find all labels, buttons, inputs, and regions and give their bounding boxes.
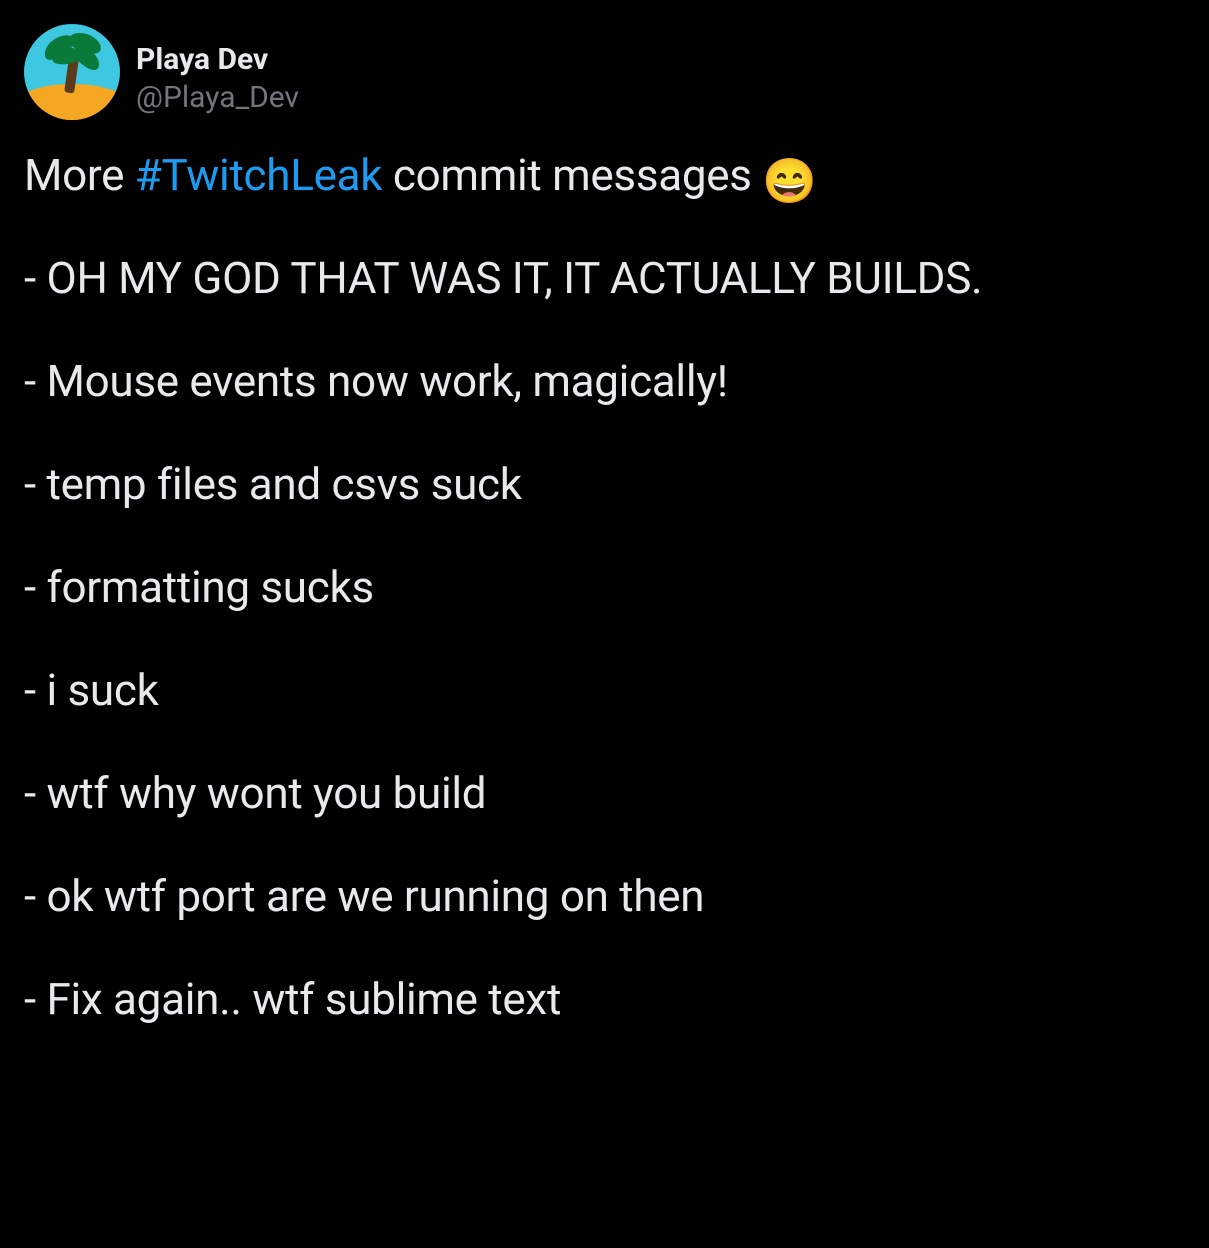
commit-message: - i suck <box>24 663 1185 718</box>
commit-message: - Fix again.. wtf sublime text <box>24 972 1185 1027</box>
commit-message: - OH MY GOD THAT WAS IT, IT ACTUALLY BUI… <box>24 251 1185 306</box>
commit-message: - temp files and csvs suck <box>24 457 1185 512</box>
intro-suffix: commit messages <box>382 149 762 201</box>
commit-message: - Mouse events now work, magically! <box>24 354 1185 409</box>
tweet-body: More #TwitchLeak commit messages 😄 - OH … <box>24 148 1185 1027</box>
intro-prefix: More <box>24 149 135 201</box>
display-name[interactable]: Playa Dev <box>136 42 299 78</box>
avatar[interactable] <box>24 24 120 120</box>
commit-message: - formatting sucks <box>24 560 1185 615</box>
tweet-header: Playa Dev @Playa_Dev <box>24 24 1185 120</box>
commit-message: - ok wtf port are we running on then <box>24 869 1185 924</box>
tweet-intro: More #TwitchLeak commit messages 😄 <box>24 148 1185 203</box>
commit-message: - wtf why wont you build <box>24 766 1185 821</box>
user-info: Playa Dev @Playa_Dev <box>136 24 299 117</box>
grin-emoji-icon: 😄 <box>762 159 817 203</box>
hashtag-link[interactable]: #TwitchLeak <box>135 149 383 201</box>
user-handle[interactable]: @Playa_Dev <box>136 78 299 117</box>
